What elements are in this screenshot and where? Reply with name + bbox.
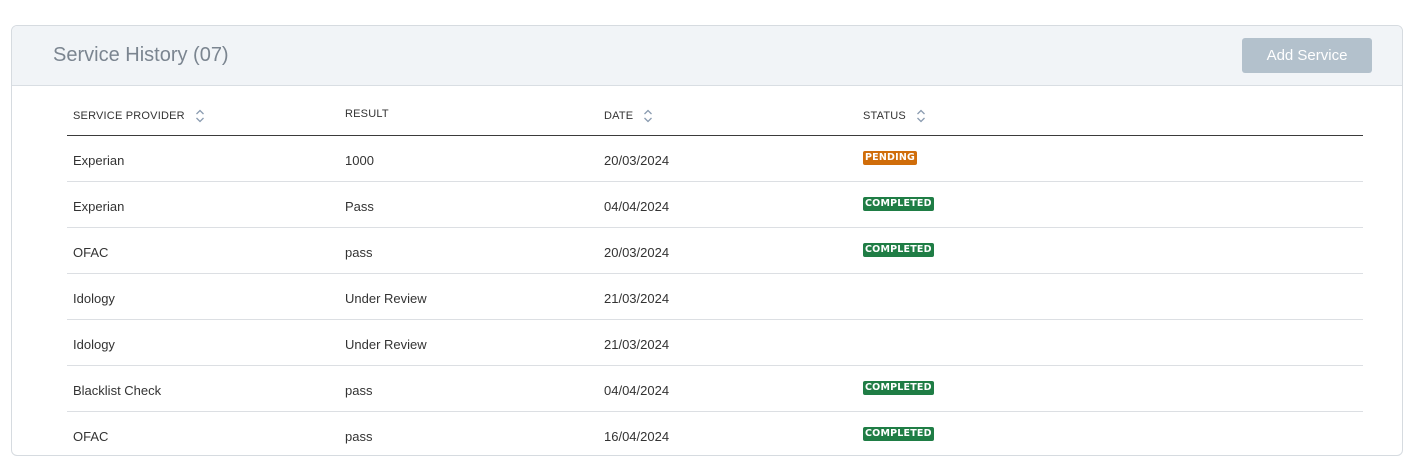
- table-row[interactable]: Blacklist Check pass 04/04/2024 COMPLETE…: [67, 366, 1363, 412]
- cell-date: 16/04/2024: [604, 429, 670, 444]
- column-header-date[interactable]: DATE: [604, 108, 653, 124]
- cell-date: 20/03/2024: [604, 245, 670, 260]
- service-history-panel: Service History (07) Add Service SERVICE…: [11, 25, 1403, 456]
- column-header-status[interactable]: STATUS: [863, 108, 926, 124]
- sort-icon[interactable]: [195, 108, 205, 124]
- status-badge: COMPLETED: [863, 243, 934, 257]
- status-badge: COMPLETED: [863, 197, 934, 211]
- column-header-label: STATUS: [863, 110, 906, 122]
- table-row[interactable]: Experian Pass 04/04/2024 COMPLETED: [67, 182, 1363, 228]
- cell-date: 21/03/2024: [604, 337, 670, 352]
- cell-result: Pass: [345, 199, 374, 214]
- cell-service-provider: Idology: [73, 337, 115, 352]
- cell-date: 04/04/2024: [604, 383, 670, 398]
- cell-service-provider: Experian: [73, 153, 125, 168]
- column-header-result: RESULT: [345, 108, 389, 120]
- cell-service-provider: Blacklist Check: [73, 383, 162, 398]
- cell-service-provider: OFAC: [73, 429, 109, 444]
- status-badge: COMPLETED: [863, 381, 934, 395]
- add-service-button[interactable]: Add Service: [1242, 38, 1372, 73]
- table-row[interactable]: OFAC pass 16/04/2024 COMPLETED: [67, 412, 1363, 455]
- cell-date: 04/04/2024: [604, 199, 670, 214]
- table-row[interactable]: OFAC pass 20/03/2024 COMPLETED: [67, 228, 1363, 274]
- cell-result: pass: [345, 429, 373, 444]
- status-badge: COMPLETED: [863, 427, 934, 441]
- cell-result: pass: [345, 245, 373, 260]
- cell-date: 21/03/2024: [604, 291, 670, 306]
- sort-icon[interactable]: [643, 108, 653, 124]
- service-history-table: SERVICE PROVIDER RESULT DATE STATUS Expe…: [67, 86, 1363, 455]
- table-row[interactable]: Idology Under Review 21/03/2024: [67, 274, 1363, 320]
- column-header-service-provider[interactable]: SERVICE PROVIDER: [73, 108, 205, 124]
- panel-title: Service History (07): [53, 44, 229, 66]
- table-row[interactable]: Idology Under Review 21/03/2024: [67, 320, 1363, 366]
- column-header-label: DATE: [604, 110, 634, 122]
- panel-header: Service History (07) Add Service: [12, 26, 1402, 86]
- cell-date: 20/03/2024: [604, 153, 670, 168]
- table-header-row: SERVICE PROVIDER RESULT DATE STATUS: [67, 86, 1363, 136]
- status-badge: PENDING: [863, 151, 917, 165]
- sort-icon[interactable]: [916, 108, 926, 124]
- cell-service-provider: Idology: [73, 291, 115, 306]
- cell-result: 1000: [345, 153, 374, 168]
- cell-result: Under Review: [345, 337, 427, 352]
- column-header-label: RESULT: [345, 108, 389, 120]
- table-row[interactable]: Experian 1000 20/03/2024 PENDING: [67, 136, 1363, 182]
- column-header-label: SERVICE PROVIDER: [73, 110, 185, 122]
- cell-service-provider: Experian: [73, 199, 125, 214]
- cell-result: pass: [345, 383, 373, 398]
- cell-result: Under Review: [345, 291, 427, 306]
- cell-service-provider: OFAC: [73, 245, 109, 260]
